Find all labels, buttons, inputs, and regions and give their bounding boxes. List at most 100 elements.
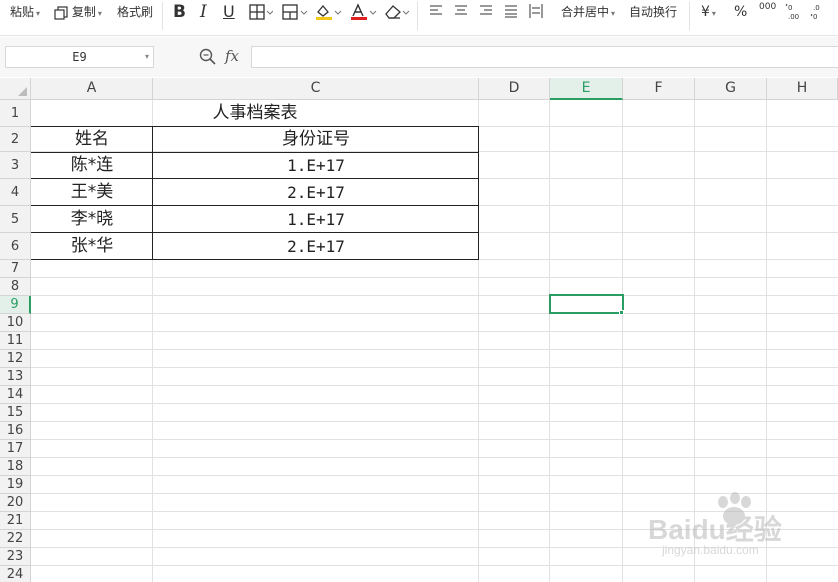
wrap-text-button[interactable]: 自动换行: [629, 0, 677, 24]
row-header-4[interactable]: 4: [0, 179, 31, 206]
paste-dropdown-icon[interactable]: ▾: [36, 9, 40, 18]
currency-dropdown-icon[interactable]: ▾: [712, 9, 716, 18]
table-border-right: [478, 126, 479, 260]
watermark-url: jingyan.baidu.com: [662, 543, 759, 557]
font-color-button[interactable]: [349, 3, 377, 27]
distributed-align-button[interactable]: [528, 3, 544, 27]
copy-dropdown-icon[interactable]: ▾: [98, 9, 102, 18]
currency-button[interactable]: ¥ ▾: [701, 0, 716, 24]
row-header-7[interactable]: 7: [0, 260, 31, 278]
id-cell[interactable]: 2.E+17: [153, 233, 479, 260]
row-header-24[interactable]: 24: [0, 566, 31, 582]
row-header-17[interactable]: 17: [0, 440, 31, 458]
active-cell-selection[interactable]: [549, 294, 624, 314]
id-cell[interactable]: 1.E+17: [153, 152, 479, 179]
header-id-cell[interactable]: 身份证号: [153, 127, 479, 152]
align-right-button[interactable]: [479, 4, 493, 28]
row-header-23[interactable]: 23: [0, 548, 31, 566]
row-header-21[interactable]: 21: [0, 512, 31, 530]
borders-button[interactable]: [249, 4, 273, 28]
row-header-10[interactable]: 10: [0, 314, 31, 332]
table-border-mid: [152, 126, 153, 260]
row-header-8[interactable]: 8: [0, 278, 31, 296]
formula-bar: E9 ▾ fx: [0, 37, 838, 77]
name-cell[interactable]: 陈*连: [31, 152, 153, 179]
row-header-1[interactable]: 1: [0, 100, 31, 127]
fill-color-icon: [316, 4, 342, 20]
align-left-button[interactable]: [429, 4, 443, 28]
name-box[interactable]: E9 ▾: [5, 46, 154, 68]
formula-input[interactable]: [251, 46, 838, 68]
column-header-a[interactable]: A: [31, 78, 153, 100]
row-header-19[interactable]: 19: [0, 476, 31, 494]
fill-handle[interactable]: [619, 310, 624, 315]
toolbar-divider: [689, 2, 690, 30]
copy-button[interactable]: 复制 ▾: [54, 0, 102, 24]
table-title[interactable]: 人事档案表: [153, 100, 357, 127]
row-header-5[interactable]: 5: [0, 206, 31, 233]
column-header-e[interactable]: E: [550, 78, 623, 100]
row-header-13[interactable]: 13: [0, 368, 31, 386]
cell-style-icon: [282, 4, 308, 20]
column-header-h[interactable]: H: [767, 78, 838, 100]
row-header-18[interactable]: 18: [0, 458, 31, 476]
row-header-2[interactable]: 2: [0, 127, 31, 152]
wrap-text-label: 自动换行: [629, 5, 678, 19]
grid-column-line: [622, 100, 623, 582]
table-border: [31, 205, 479, 206]
paste-button[interactable]: 粘贴 ▾: [10, 0, 40, 24]
row-header-22[interactable]: 22: [0, 530, 31, 548]
merge-center-button[interactable]: 合并居中 ▾: [561, 0, 615, 24]
cell-style-button[interactable]: [282, 4, 308, 28]
header-name-cell[interactable]: 姓名: [31, 127, 153, 152]
increase-decimal-icon: 0.00: [785, 3, 799, 21]
name-cell[interactable]: 王*美: [31, 179, 153, 206]
column-header-f[interactable]: F: [623, 78, 695, 100]
borders-icon: [249, 4, 273, 20]
select-all-corner[interactable]: [0, 78, 31, 100]
thousands-separator-button[interactable]: 000: [759, 0, 776, 24]
distributed-align-icon: [529, 4, 543, 18]
fx-icon[interactable]: fx: [225, 47, 239, 65]
id-cell[interactable]: 2.E+17: [153, 179, 479, 206]
merge-dropdown-icon[interactable]: ▾: [611, 9, 615, 18]
row-header-16[interactable]: 16: [0, 422, 31, 440]
align-center-button[interactable]: [454, 4, 468, 28]
justify-icon: [505, 5, 517, 18]
thousands-icon: 000: [759, 2, 777, 12]
baidu-watermark: Baidu经验 jingyan.baidu.com: [640, 488, 810, 560]
italic-button[interactable]: I: [200, 0, 207, 24]
bold-button[interactable]: B: [173, 0, 186, 24]
toolbar-divider: [162, 2, 163, 30]
underline-button[interactable]: U: [223, 0, 235, 24]
row-header-9[interactable]: 9: [0, 296, 31, 314]
column-header-c[interactable]: C: [153, 78, 479, 100]
svg-text:.0: .0: [813, 4, 820, 12]
row-header-6[interactable]: 6: [0, 233, 31, 260]
watermark-brand: Baidu经验: [648, 514, 782, 545]
justify-button[interactable]: [504, 4, 518, 28]
row-header-20[interactable]: 20: [0, 494, 31, 512]
clear-button[interactable]: [384, 3, 410, 27]
row-header-11[interactable]: 11: [0, 332, 31, 350]
percent-button[interactable]: %: [734, 0, 747, 24]
name-cell[interactable]: 张*华: [31, 233, 153, 260]
row-header-12[interactable]: 12: [0, 350, 31, 368]
decrease-decimal-button[interactable]: .0 0: [810, 2, 828, 26]
table-border-bottom: [31, 259, 479, 260]
merge-center-label: 合并居中: [561, 5, 610, 19]
row-header-3[interactable]: 3: [0, 152, 31, 179]
zoom-icon[interactable]: [199, 48, 217, 70]
fill-color-button[interactable]: [314, 3, 342, 27]
row-header-15[interactable]: 15: [0, 404, 31, 422]
column-header-d[interactable]: D: [479, 78, 550, 100]
toolbar-divider: [417, 2, 418, 30]
format-painter-button[interactable]: 格式刷: [117, 0, 153, 24]
row-header-14[interactable]: 14: [0, 386, 31, 404]
increase-decimal-button[interactable]: 0.00: [785, 2, 803, 26]
column-header-g[interactable]: G: [695, 78, 767, 100]
name-cell[interactable]: 李*晓: [31, 206, 153, 233]
name-box-dropdown-icon[interactable]: ▾: [145, 47, 149, 67]
spreadsheet-grid[interactable]: A C D E F G H 1 2 3 4 5 6 7 8 9 10 11 12 13 14 15 16 17 1…: [0, 78, 838, 582]
id-cell[interactable]: 1.E+17: [153, 206, 479, 233]
